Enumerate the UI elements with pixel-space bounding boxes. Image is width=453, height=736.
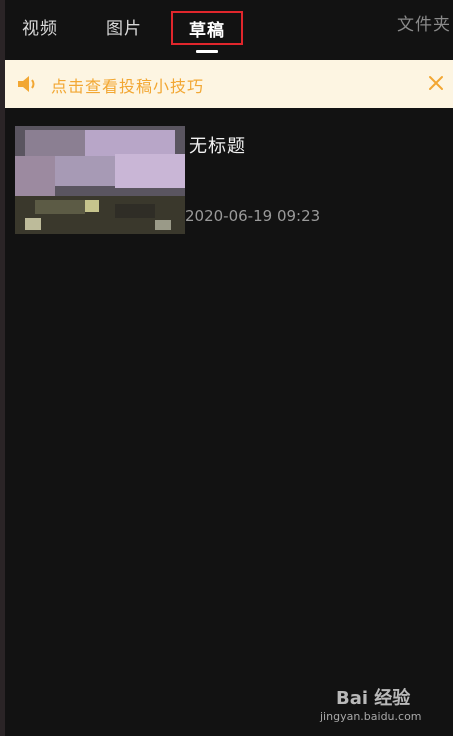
tab-drafts[interactable]: 草稿 — [171, 11, 243, 45]
draft-title: 无标题 — [189, 136, 246, 157]
tab-bar: 视频 图片 草稿 文件夹 — [0, 0, 453, 58]
tab-folders[interactable]: 文件夹 — [397, 10, 451, 35]
speaker-icon — [18, 76, 35, 92]
close-icon[interactable] — [427, 74, 445, 92]
watermark-logo: Bai 经验 — [336, 688, 411, 709]
active-tab-indicator — [196, 50, 218, 53]
watermark: Bai 经验 jingyan.baidu.com — [320, 680, 450, 730]
draft-date: 2020-06-19 09:23 — [185, 207, 321, 225]
drafts-screen: 视频 图片 草稿 文件夹 点击查看投稿小技巧 无标题 2020-06-19 09… — [0, 0, 453, 736]
draft-item[interactable]: 无标题 2020-06-19 09:23 — [5, 112, 453, 242]
tab-drafts-label: 草稿 — [189, 20, 225, 41]
left-edge-strip — [0, 0, 5, 736]
tab-pictures[interactable]: 图片 — [106, 14, 142, 39]
watermark-url: jingyan.baidu.com — [320, 710, 422, 723]
draft-thumbnail — [15, 126, 185, 234]
tips-banner-text: 点击查看投稿小技巧 — [51, 77, 205, 96]
tab-videos[interactable]: 视频 — [22, 14, 58, 39]
tips-banner[interactable]: 点击查看投稿小技巧 — [5, 60, 453, 108]
